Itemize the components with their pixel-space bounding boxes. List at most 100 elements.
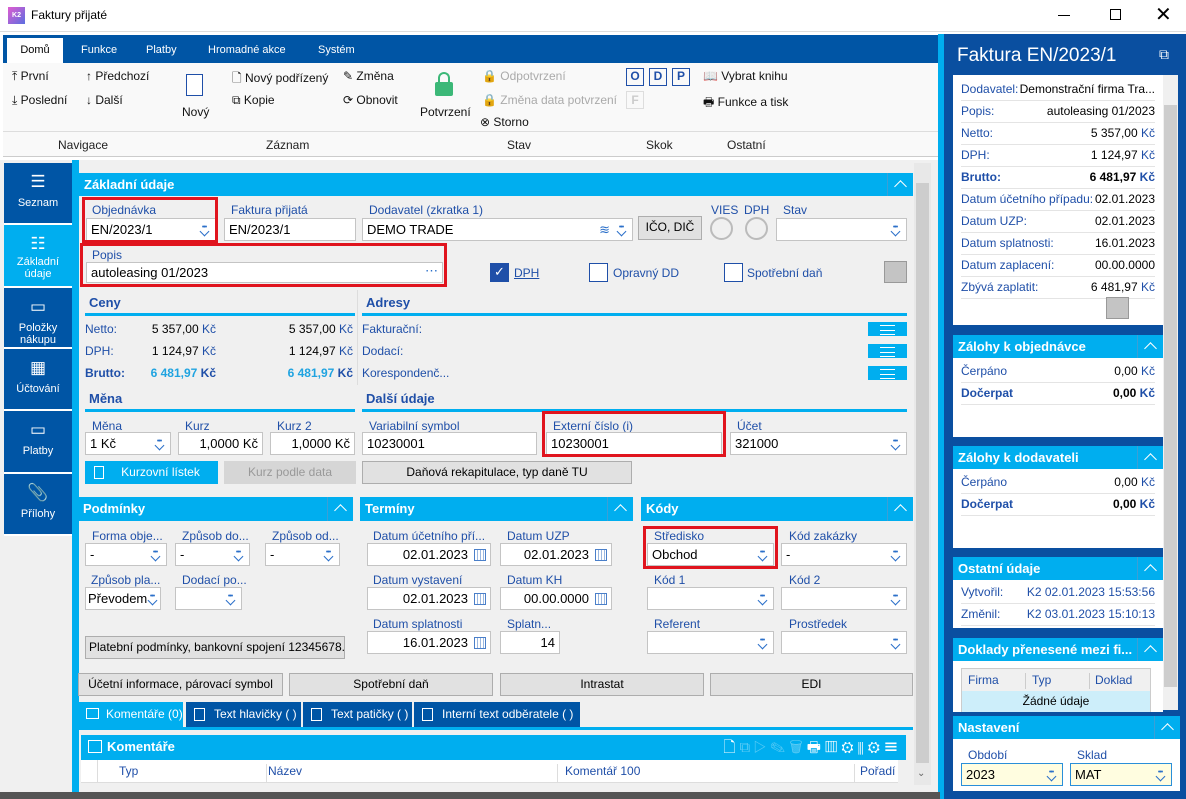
refresh-button[interactable]: ⟳ Obnovit (343, 93, 398, 107)
ucet-select[interactable]: 321000 (730, 432, 907, 455)
col-poradi[interactable]: Pořadí (860, 764, 895, 778)
dropdown-icon[interactable] (889, 593, 901, 603)
collapse-icon[interactable] (607, 497, 633, 521)
opravny-dd-checkbox[interactable] (589, 263, 608, 282)
collapse-icon[interactable] (1137, 335, 1163, 358)
scroll-down-arrow[interactable]: ⌄ (917, 768, 925, 779)
calendar-icon[interactable] (474, 637, 486, 649)
prostredek-select[interactable] (781, 631, 907, 654)
nav-platby[interactable]: ▭ Platby (4, 411, 72, 474)
dropdown-icon[interactable] (224, 593, 236, 603)
splatnost-input[interactable]: 14 (500, 631, 560, 654)
danova-rekapitulace-button[interactable]: Daňová rekapitulace, typ daně TU (362, 461, 632, 484)
dropdown-icon[interactable] (146, 593, 158, 603)
tab-domu[interactable]: Domů (7, 38, 63, 63)
collapse-icon[interactable] (1154, 716, 1180, 739)
new-child-button[interactable]: 🗋 Nový podřízený (232, 69, 328, 90)
col-doklad[interactable]: Doklad (1095, 673, 1132, 687)
dropdown-icon[interactable] (756, 637, 768, 647)
print-button[interactable]: 🖶 Funkce a tisk (703, 93, 788, 114)
nav-zakladni-udaje[interactable]: ☷ Základní údaje (4, 225, 72, 288)
tab-komentare[interactable]: Komentáře (0) (78, 702, 183, 727)
kurz-input[interactable]: 1,0000 Kč (178, 432, 263, 455)
dropdown-icon[interactable] (322, 549, 334, 559)
faktura-input[interactable]: EN/2023/1 (224, 218, 356, 241)
first-button[interactable]: ⤒ První (12, 69, 49, 84)
zpusob-od-select[interactable]: - (265, 543, 340, 566)
fakturacni-menu-button[interactable] (868, 322, 907, 336)
dropdown-icon[interactable] (889, 224, 901, 234)
select-book-button[interactable]: 📖 Vybrat knihu (703, 69, 788, 83)
right-scrollbar[interactable] (1163, 75, 1178, 710)
scroll-thumb[interactable] (1164, 105, 1177, 687)
dropdown-icon[interactable] (149, 549, 161, 559)
kod-zakazky-select[interactable]: - (781, 543, 907, 566)
copy-button[interactable]: ⧉ Kopie (232, 93, 275, 108)
confirm-button[interactable]: Potvrzení (420, 105, 471, 119)
dropdown-icon[interactable] (1154, 769, 1166, 779)
datum-ucetni-input[interactable]: 02.01.2023 (367, 543, 491, 566)
jump-p-button[interactable]: P (672, 68, 690, 86)
platebni-podminky-button[interactable]: Platební podmínky, bankovní spojení 1234… (85, 636, 345, 659)
dropdown-icon[interactable] (889, 637, 901, 647)
scroll-thumb[interactable] (916, 183, 929, 763)
maximize-button[interactable] (1110, 9, 1121, 20)
summary-status-square[interactable] (1106, 297, 1129, 319)
forma-select[interactable]: - (85, 543, 167, 566)
kod2-select[interactable] (781, 587, 907, 610)
calendar-icon[interactable] (474, 549, 486, 561)
kurz2-input[interactable]: 1,0000 Kč (270, 432, 355, 455)
col-komentar[interactable]: Komentář 100 (565, 764, 855, 782)
storno-button[interactable]: ⊗ Storno (480, 115, 529, 129)
change-button[interactable]: ✎ Změna (343, 69, 394, 83)
close-button[interactable]: ✕ (1155, 2, 1172, 27)
calendar-icon[interactable] (595, 549, 607, 561)
prev-button[interactable]: ↑ Předchozí (86, 69, 149, 83)
col-firma[interactable]: Firma (968, 673, 1026, 689)
dph-checkbox[interactable]: ✓ (490, 263, 509, 282)
dropdown-icon[interactable] (889, 549, 901, 559)
minimize-button[interactable] (1058, 15, 1070, 16)
zpusob-pla-select[interactable]: Převodem (85, 587, 161, 610)
dropdown-icon[interactable] (153, 438, 165, 448)
tab-text-paticky[interactable]: Text patičky ( ) (303, 702, 412, 727)
tab-platby[interactable]: Platby (146, 44, 177, 56)
calendar-icon[interactable] (474, 593, 486, 605)
next-button[interactable]: ↓ Další (86, 93, 123, 107)
stack-icon[interactable]: ≋ (599, 222, 610, 238)
obdobi-select[interactable]: 2023 (961, 763, 1063, 786)
nav-polozky-nakupu[interactable]: ▭ Položky nákupu (4, 288, 72, 349)
ucetni-informace-button[interactable]: Účetní informace, párovací symbol (78, 673, 283, 696)
datum-splatnosti-input[interactable]: 16.01.2023 (367, 631, 491, 654)
collapse-icon[interactable] (327, 497, 353, 521)
dropdown-icon[interactable] (889, 438, 901, 448)
status-square[interactable] (884, 261, 907, 283)
last-button[interactable]: ⤓ Poslední (12, 93, 67, 108)
dropdown-icon[interactable] (756, 593, 768, 603)
tab-hromadne-akce[interactable]: Hromadné akce (208, 44, 286, 56)
col-typ[interactable]: Typ (119, 764, 267, 782)
nav-seznam[interactable]: ☰ Seznam (4, 163, 72, 225)
popout-icon[interactable]: ⧉ (1159, 46, 1169, 63)
col-nazev[interactable]: Název (268, 764, 558, 782)
vs-input[interactable]: 10230001 (362, 432, 537, 455)
main-scrollbar[interactable] (914, 163, 931, 785)
dropdown-icon[interactable] (615, 224, 627, 234)
zpusob-do-select[interactable]: - (175, 543, 250, 566)
datum-kh-input[interactable]: 00.00.0000 (500, 587, 612, 610)
dodaci-select[interactable] (175, 587, 242, 610)
new-button[interactable]: Nový (182, 105, 209, 119)
kurzovni-listek-button[interactable]: Kurzovní lístek (85, 461, 218, 484)
collapse-icon[interactable] (887, 173, 913, 196)
tab-funkce[interactable]: Funkce (81, 44, 117, 56)
referent-select[interactable] (647, 631, 774, 654)
calendar-icon[interactable] (595, 593, 607, 605)
spotrebni-dan-checkbox[interactable] (724, 263, 743, 282)
spotrebni-dan-button[interactable]: Spotřební daň (289, 673, 493, 696)
tab-text-hlavicky[interactable]: Text hlavičky ( ) (186, 702, 301, 727)
dropdown-icon[interactable] (1045, 769, 1057, 779)
collapse-icon[interactable] (1137, 557, 1163, 580)
mena-select[interactable]: 1 Kč (85, 432, 171, 455)
collapse-icon[interactable] (887, 497, 913, 521)
tab-interni-text[interactable]: Interní text odběratele ( ) (414, 702, 580, 727)
